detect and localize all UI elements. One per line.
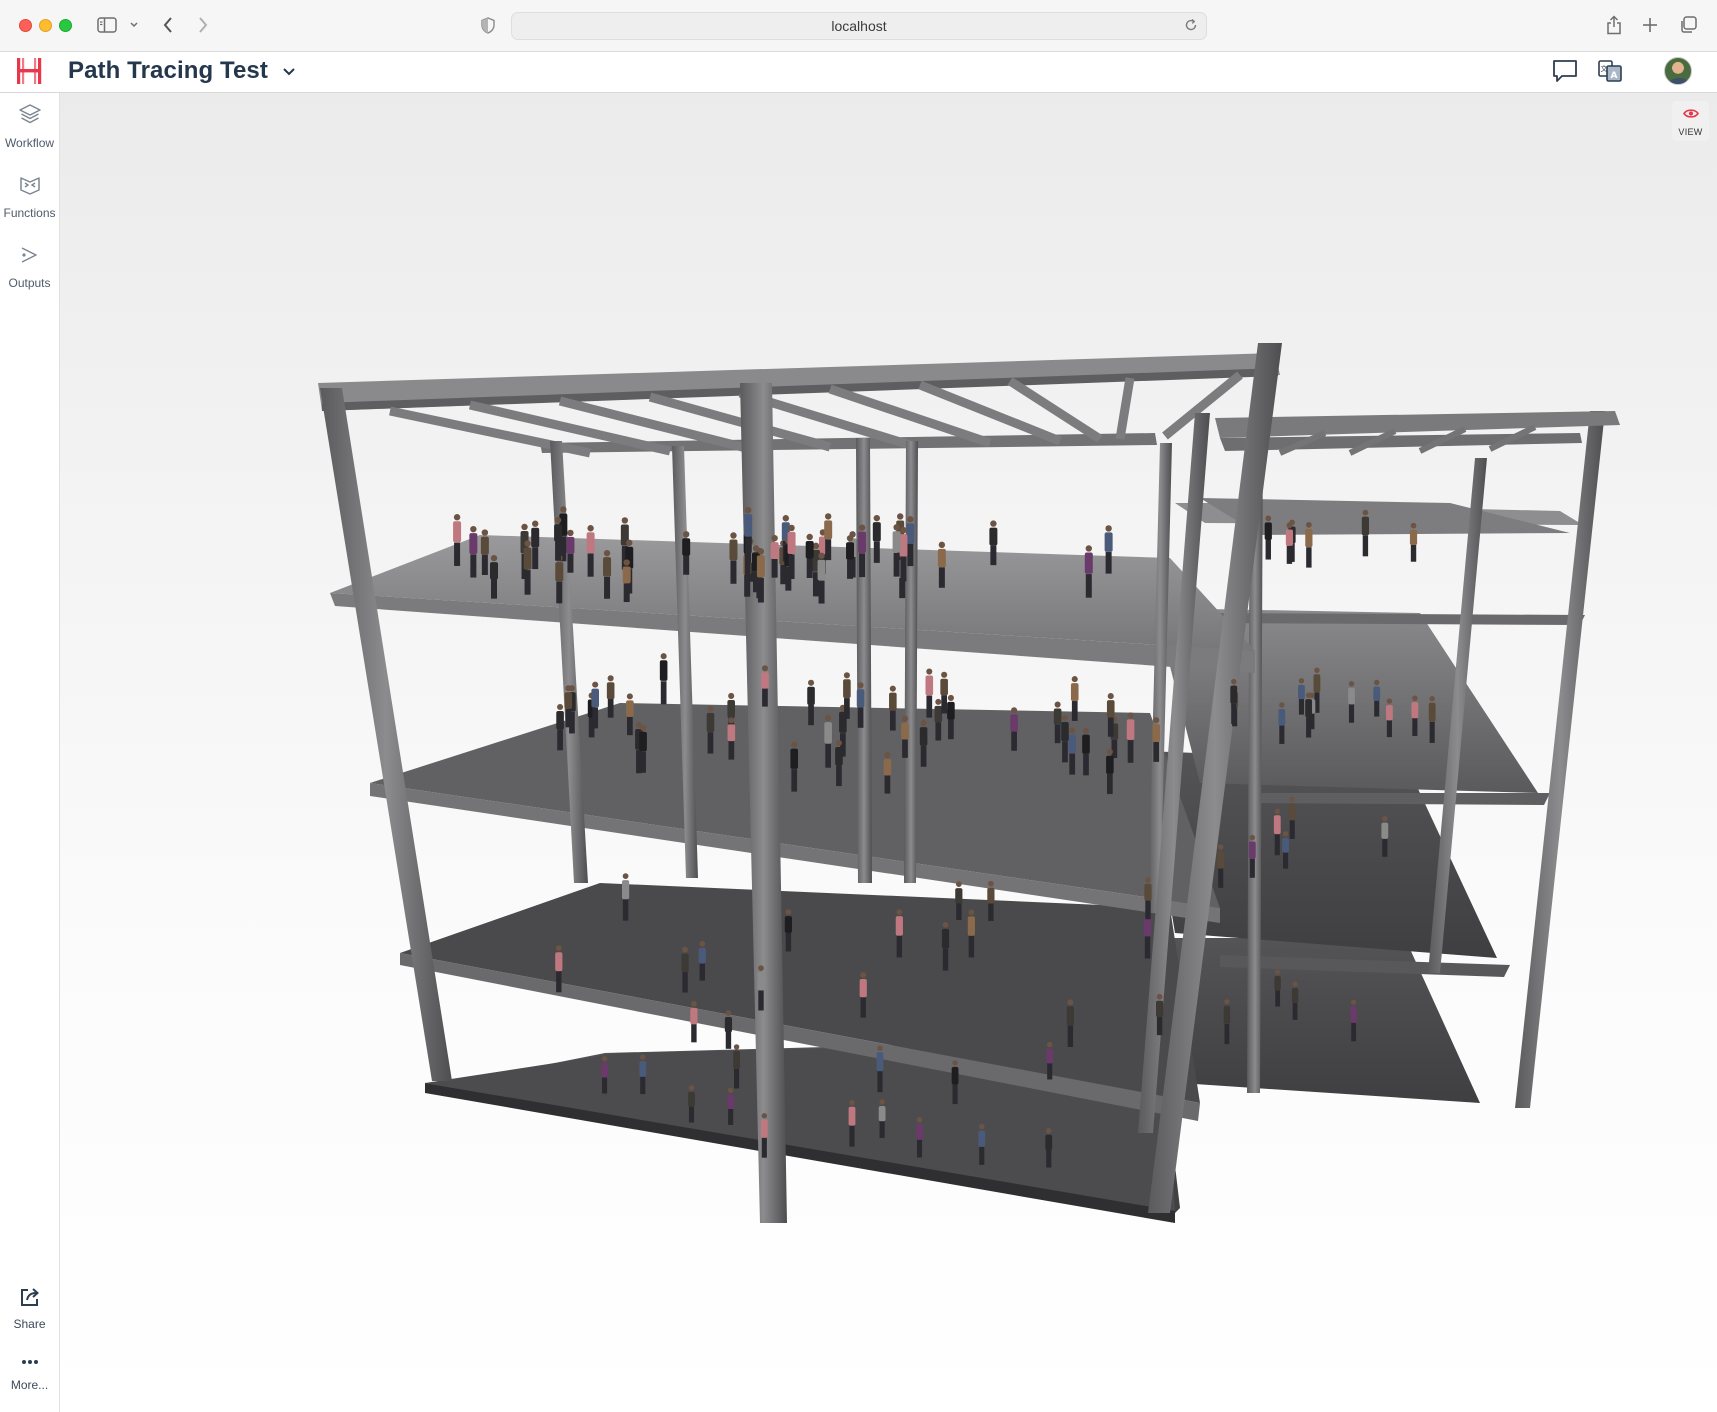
forward-icon[interactable] — [195, 13, 211, 37]
zoom-window-button[interactable] — [59, 19, 72, 32]
address-bar[interactable]: localhost — [511, 12, 1207, 40]
sidebar-item-label: Share — [13, 1317, 46, 1331]
person-figure — [941, 921, 950, 971]
person-figure — [843, 672, 851, 719]
minimize-window-button[interactable] — [39, 19, 52, 32]
user-avatar[interactable] — [1664, 57, 1692, 85]
person-figure — [967, 909, 975, 958]
sidebar-item-label: Outputs — [8, 276, 51, 290]
share-icon — [19, 1286, 41, 1313]
person-figure — [895, 909, 903, 958]
person-figure — [556, 703, 564, 751]
layers-icon — [18, 103, 42, 132]
person-figure — [787, 524, 796, 579]
chevron-down-icon[interactable] — [282, 64, 296, 82]
person-figure — [925, 668, 934, 718]
browser-toolbar: localhost — [0, 0, 1717, 52]
person-figure — [872, 514, 881, 563]
tab-overview-icon[interactable] — [1678, 13, 1698, 37]
person-figure — [817, 552, 826, 604]
person-figure — [1084, 545, 1093, 598]
person-figure — [937, 541, 946, 588]
reload-icon[interactable] — [1184, 18, 1198, 35]
person-figure — [469, 525, 478, 578]
person-figure — [906, 516, 915, 567]
building-render — [318, 343, 1620, 1223]
person-figure — [591, 681, 599, 729]
main-block — [318, 343, 1282, 1223]
person-figure — [566, 529, 575, 573]
sidebar-item-more[interactable]: More... — [0, 1355, 59, 1392]
svg-text:A: A — [1611, 71, 1618, 81]
sidebar-item-workflow[interactable]: Workflow — [0, 103, 59, 150]
privacy-shield-icon[interactable] — [479, 13, 497, 37]
person-figure — [453, 514, 462, 566]
sidebar-item-label: Workflow — [4, 136, 55, 150]
person-figure — [848, 1099, 856, 1147]
sidebar-toggle-icon[interactable] — [96, 13, 118, 37]
person-figure — [876, 1045, 884, 1093]
output-arrow-icon — [18, 243, 42, 272]
person-figure — [824, 513, 833, 561]
app-header: Path Tracing Test A 文 — [0, 52, 1717, 93]
person-figure — [940, 671, 948, 714]
person-figure — [989, 520, 998, 566]
person-figure — [807, 679, 815, 726]
person-figure — [729, 532, 738, 584]
translate-icon[interactable]: A 文 — [1597, 58, 1623, 89]
person-figure — [1126, 712, 1135, 763]
person-figure — [1070, 676, 1079, 721]
person-figure — [805, 533, 814, 578]
person-figure — [790, 741, 799, 792]
person-figure — [586, 525, 595, 577]
view-toggle-button[interactable]: VIEW — [1672, 101, 1709, 141]
rear-edge-2 — [1260, 793, 1550, 805]
share-sheet-icon[interactable] — [1604, 13, 1624, 37]
person-figure — [756, 548, 765, 603]
person-figure — [1066, 999, 1074, 1047]
project-title[interactable]: Path Tracing Test — [68, 57, 268, 85]
person-figure — [1428, 695, 1436, 743]
person-figure — [934, 698, 943, 741]
person-figure — [621, 873, 630, 921]
sidebar-item-share[interactable]: Share — [0, 1286, 59, 1331]
view-label: VIEW — [1678, 126, 1703, 137]
new-tab-icon[interactable] — [1640, 13, 1660, 37]
column-front-left — [320, 388, 452, 1081]
back-icon[interactable] — [160, 13, 176, 37]
svg-text:文: 文 — [1601, 64, 1608, 73]
person-figure — [523, 540, 532, 595]
ellipsis-icon — [19, 1355, 41, 1374]
function-block-icon — [18, 173, 42, 202]
person-figure — [626, 693, 634, 736]
comments-icon[interactable] — [1552, 58, 1578, 89]
person-figure — [955, 881, 963, 921]
person-figure — [889, 685, 897, 731]
person-figure — [858, 524, 867, 578]
person-figure — [606, 675, 615, 718]
person-figure — [1106, 693, 1115, 737]
person-figure — [947, 694, 955, 740]
close-window-button[interactable] — [19, 19, 32, 32]
person-figure — [892, 524, 901, 577]
3d-viewport[interactable]: VIEW — [60, 93, 1717, 1412]
app-logo-icon[interactable] — [14, 56, 44, 86]
left-sidebar: Workflow Functions Outputs Share More... — [0, 93, 60, 1412]
person-figure — [531, 520, 540, 570]
person-figure — [824, 715, 832, 768]
person-figure — [659, 653, 668, 705]
sidebar-item-outputs[interactable]: Outputs — [0, 243, 59, 290]
sidebar-item-functions[interactable]: Functions — [0, 173, 59, 220]
sidebar-item-label: More... — [10, 1378, 49, 1392]
person-figure — [1273, 808, 1281, 856]
person-figure — [744, 506, 753, 563]
person-figure — [1053, 701, 1062, 744]
chevron-down-icon[interactable] — [128, 13, 140, 37]
person-figure — [1104, 525, 1113, 574]
eye-icon — [1682, 106, 1699, 124]
sidebar-item-label: Functions — [3, 206, 56, 220]
url-text: localhost — [831, 18, 887, 34]
